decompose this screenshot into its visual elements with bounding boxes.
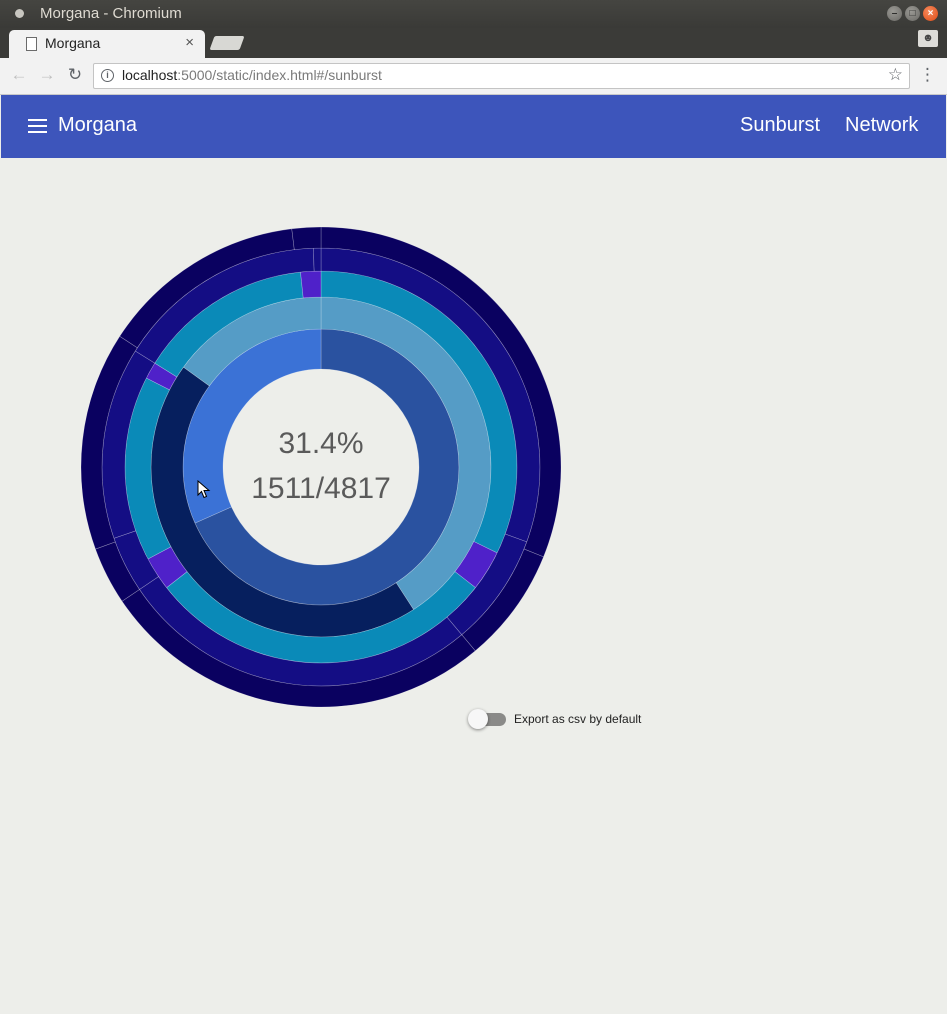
url-text[interactable]: localhost:5000/static/index.html#/sunbur… bbox=[122, 67, 382, 83]
info-icon[interactable]: i bbox=[101, 69, 114, 82]
maximize-button[interactable]: □ bbox=[905, 6, 920, 21]
app-bar: Morgana Sunburst Network bbox=[1, 95, 946, 158]
window-title-bar: Morgana - Chromium – □ × bbox=[0, 0, 947, 28]
close-window-button[interactable]: × bbox=[923, 6, 938, 21]
browser-tab[interactable]: Morgana × bbox=[9, 30, 205, 58]
reload-icon[interactable]: ↻ bbox=[64, 64, 86, 86]
nav-sunburst[interactable]: Sunburst bbox=[740, 114, 820, 137]
nav-network[interactable]: Network bbox=[845, 114, 918, 137]
tab-title: Morgana bbox=[45, 35, 101, 51]
window-title: Morgana - Chromium bbox=[40, 5, 182, 22]
forward-arrow-icon[interactable]: → bbox=[36, 64, 58, 86]
app-title: Morgana bbox=[58, 114, 137, 136]
sunburst-segment-l3-7[interactable] bbox=[300, 270, 322, 299]
browser-toolbar: ← → ↻ i localhost:5000/static/index.html… bbox=[0, 58, 947, 95]
window-controls: – □ × bbox=[887, 6, 938, 21]
export-csv-toggle[interactable] bbox=[468, 709, 506, 729]
new-tab-button[interactable] bbox=[209, 36, 245, 50]
page-icon bbox=[26, 37, 37, 51]
bookmark-star-icon[interactable]: ☆ bbox=[888, 65, 903, 85]
sunburst-rings bbox=[80, 226, 562, 708]
profile-icon[interactable]: ☻ bbox=[918, 30, 938, 47]
browser-menu-icon[interactable]: ⋮ bbox=[919, 65, 936, 85]
window-menu-icon[interactable] bbox=[15, 9, 24, 18]
center-percentage: 31.4% bbox=[278, 427, 364, 460]
center-fraction: 1511/4817 bbox=[251, 472, 391, 505]
minimize-button[interactable]: – bbox=[887, 6, 902, 21]
url-host: localhost bbox=[122, 67, 178, 83]
menu-icon[interactable] bbox=[28, 119, 47, 133]
sunburst-segment-l5-6[interactable] bbox=[291, 226, 322, 250]
address-bar[interactable]: i localhost:5000/static/index.html#/sunb… bbox=[93, 63, 910, 89]
url-path: :5000/static/index.html#/sunburst bbox=[177, 67, 382, 83]
tab-strip: Morgana × bbox=[0, 28, 947, 58]
toggle-thumb bbox=[468, 709, 488, 729]
mouse-cursor-icon bbox=[197, 480, 211, 499]
sunburst-segment-l4-6[interactable] bbox=[313, 247, 322, 272]
export-csv-label: Export as csv by default bbox=[514, 712, 642, 726]
back-arrow-icon[interactable]: ← bbox=[8, 64, 30, 86]
tab-close-icon[interactable]: × bbox=[185, 34, 194, 51]
